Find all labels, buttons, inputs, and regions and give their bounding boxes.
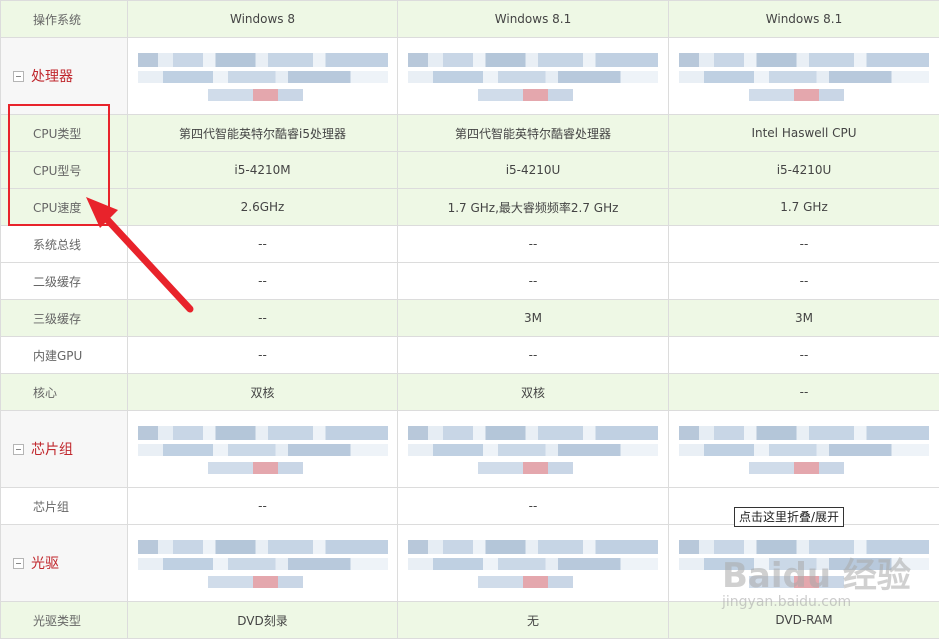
collapse-tooltip: 点击这里折叠/展开 bbox=[734, 507, 844, 527]
baidu-watermark: Baidu 经验 bbox=[722, 548, 911, 597]
watermark-url: jingyan.baidu.com bbox=[722, 594, 851, 610]
red-arrow-icon bbox=[0, 0, 939, 634]
